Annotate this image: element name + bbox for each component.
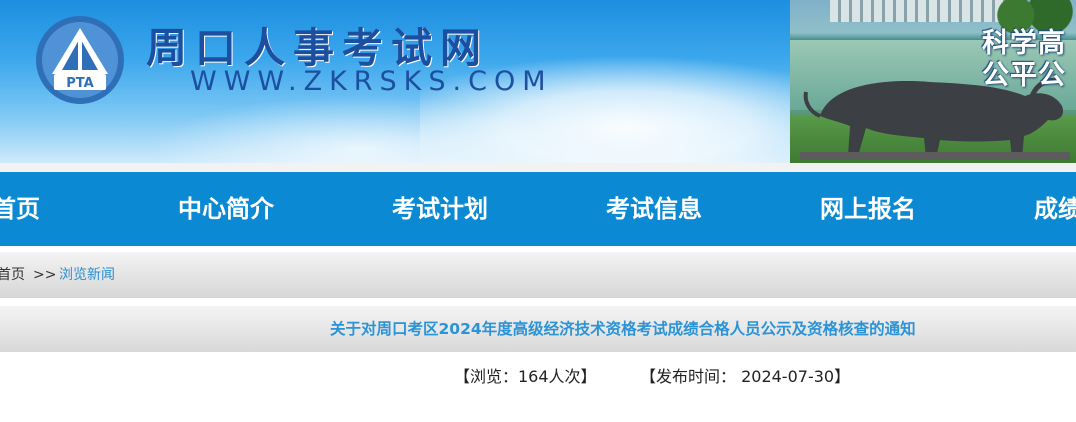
logo-text: PTA (66, 76, 93, 91)
breadcrumb: 首页 >> 浏览新闻 (0, 252, 1076, 298)
nav-item-about[interactable]: 中心简介 (178, 172, 274, 246)
pta-logo-icon: PTA (36, 16, 124, 104)
breadcrumb-current[interactable]: 浏览新闻 (59, 252, 115, 298)
breadcrumb-home[interactable]: 首页 (0, 252, 25, 298)
view-count: 【浏览：164人次】 (454, 367, 597, 386)
site-url: WWW.ZKRSKS.COM (190, 66, 553, 97)
main-nav: 首页 中心简介 考试计划 考试信息 网上报名 成绩 (0, 172, 1076, 246)
nav-item-online-registration[interactable]: 网上报名 (820, 172, 916, 246)
nav-item-exam-info[interactable]: 考试信息 (606, 172, 702, 246)
article-title-bar: 关于对周口考区2024年度高级经济技术资格考试成绩合格人员公示及资格核查的通知 (0, 306, 1076, 352)
site-banner: 科学高 公平公 PTA 周口人事考试网 WWW.ZKRSKS.COM (0, 0, 1076, 163)
slogan-line: 科学高 (982, 28, 1066, 59)
nav-item-exam-plan[interactable]: 考试计划 (392, 172, 488, 246)
banner-divider (0, 163, 1076, 172)
banner-slogan: 科学高 公平公 (982, 28, 1076, 92)
article-title: 关于对周口考区2024年度高级经济技术资格考试成绩合格人员公示及资格核查的通知 (330, 320, 916, 338)
publish-time: 【发布时间： 2024-07-30】 (640, 367, 851, 386)
site-title: 周口人事考试网 (146, 24, 489, 72)
slogan-line: 公平公 (982, 60, 1066, 91)
breadcrumb-separator: >> (33, 267, 57, 283)
nav-item-scores[interactable]: 成绩 (1034, 172, 1076, 246)
nav-item-home[interactable]: 首页 (0, 172, 40, 246)
banner-cloud (150, 95, 570, 163)
